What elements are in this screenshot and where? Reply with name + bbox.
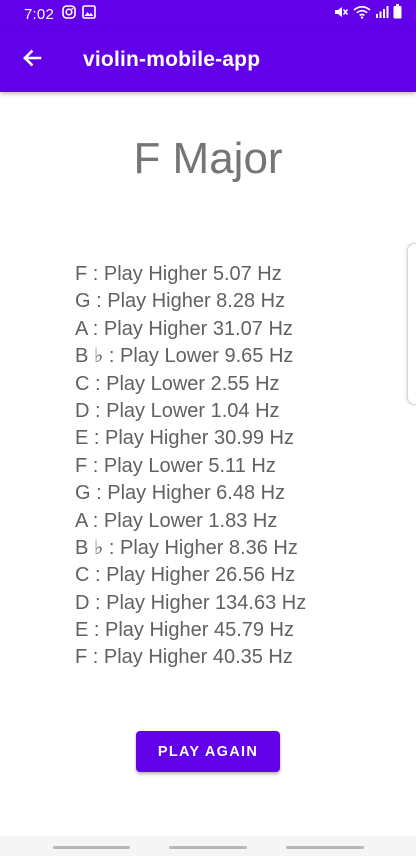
note-row: B ♭ : Play Higher 8.36 Hz [75, 536, 298, 559]
back-button[interactable] [12, 40, 52, 80]
mute-icon [333, 5, 349, 24]
note-row: C : Play Higher 26.56 Hz [75, 564, 296, 587]
note-row: B ♭ : Play Lower 9.65 Hz [75, 345, 294, 368]
note-row: E : Play Higher 30.99 Hz [75, 427, 294, 450]
nav-home-handle[interactable] [169, 846, 247, 849]
wifi-icon [353, 5, 371, 24]
note-row: A : Play Higher 31.07 Hz [75, 317, 293, 340]
image-icon [82, 4, 96, 24]
note-row: F : Play Higher 5.07 Hz [75, 263, 282, 285]
instagram-icon [62, 4, 76, 24]
status-time: 7:02 [24, 5, 54, 23]
notes-list: F : Play Higher 5.07 Hz G : Play Higher … [75, 261, 306, 672]
nav-back-handle[interactable] [286, 846, 364, 849]
note-row: D : Play Lower 1.04 Hz [75, 399, 280, 422]
note-row: E : Play Higher 45.79 Hz [75, 619, 294, 642]
status-bar: 7:02 [0, 0, 416, 28]
note-row: G : Play Higher 8.28 Hz [75, 290, 286, 313]
note-row: F : Play Higher 40.35 Hz [75, 646, 293, 669]
signal-icon [375, 5, 389, 24]
play-again-button[interactable]: PLAY AGAIN [136, 731, 280, 772]
battery-icon [393, 4, 402, 24]
edge-panel-handle[interactable] [407, 243, 416, 405]
note-row: D : Play Higher 134.63 Hz [75, 591, 307, 614]
note-row: G : Play Higher 6.48 Hz [75, 482, 286, 505]
note-row: F : Play Lower 5.11 Hz [75, 454, 276, 477]
app-title: violin-mobile-app [83, 48, 261, 71]
note-row: A : Play Lower 1.83 Hz [75, 509, 278, 532]
status-left-icons [62, 4, 96, 24]
note-row: C : Play Lower 2.55 Hz [75, 372, 280, 395]
screen: 7:02 violin-mobile-app F Major F: Play … [0, 0, 416, 856]
nav-recents-handle[interactable] [53, 846, 130, 849]
status-right-icons [333, 4, 402, 24]
app-bar: violin-mobile-app [0, 28, 416, 92]
arrow-left-icon [21, 47, 43, 74]
scale-title: F Major [133, 134, 283, 183]
